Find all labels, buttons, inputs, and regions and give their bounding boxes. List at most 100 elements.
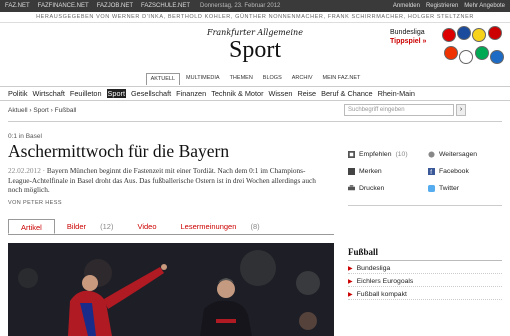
tab-label: Lesermeinungen [180, 222, 237, 231]
nav-wirtschaft[interactable]: Wirtschaft [32, 89, 64, 98]
photo-illustration [8, 243, 334, 336]
recommend-icon [348, 151, 355, 158]
article-date: 22.02.2012 · [8, 166, 46, 175]
subnav-aktuell[interactable]: AKTUELL [145, 73, 181, 85]
bookmark-icon [348, 168, 355, 175]
breadcrumb-aktuell[interactable]: Aktuell [8, 107, 28, 114]
tab-label: Video [137, 222, 157, 231]
divider [348, 205, 502, 206]
subnav-blogs[interactable]: BLOGS [259, 73, 286, 85]
tippspiel-link: Tippspiel » [390, 38, 427, 45]
article-author: VON PETER HESS [8, 200, 62, 206]
sidebox-item-eurogoals[interactable]: ▶ Eichlers Eurogoals [348, 274, 502, 287]
login-link[interactable]: Anmelden [393, 3, 420, 9]
faz-wordmark: Frankfurter Allgemeine [207, 28, 303, 37]
empfehlen-count: (10) [395, 151, 408, 158]
empfehlen-link[interactable]: Empfehlen (10) [348, 151, 408, 158]
tab-label: Artikel [21, 223, 42, 232]
breadcrumb: Aktuell › Sport › Fußball [8, 107, 76, 114]
nav-feuilleton[interactable]: Feuilleton [70, 89, 102, 98]
weitersagen-label: Weitersagen [439, 151, 478, 158]
fussball-box-title: Fußball [348, 247, 502, 261]
nav-rhein-main[interactable]: Rhein-Main [378, 89, 415, 98]
empfehlen-label: Empfehlen [359, 151, 392, 158]
club-badge-icon [475, 46, 489, 60]
facebook-icon: f [428, 168, 435, 175]
subnav-themen[interactable]: THEMEN [226, 73, 257, 85]
divider [8, 121, 502, 122]
arrow-icon: ▶ [348, 279, 353, 285]
svg-text:f: f [430, 169, 432, 175]
link-fazfinance[interactable]: FAZFINANCE.NET [38, 3, 89, 9]
tab-count: (8) [250, 222, 260, 231]
twitter-label: Twitter [439, 185, 460, 192]
faz-logo[interactable]: Frankfurter Allgemeine Sport [185, 28, 325, 63]
club-badge-icon [457, 26, 471, 40]
breadcrumb-sport[interactable]: Sport [33, 107, 49, 114]
link-fazschule[interactable]: FAZSCHULE.NET [141, 3, 190, 9]
sidebox-item-label: Bundesliga [356, 265, 391, 272]
club-badge-icon [488, 26, 502, 40]
sidebox-item-bundesliga[interactable]: ▶ Bundesliga [348, 261, 502, 274]
share-icon [428, 151, 435, 158]
article-teaser: 22.02.2012 · Bayern München beginnt die … [8, 166, 326, 195]
subnav-archiv[interactable]: ARCHIV [288, 73, 317, 85]
drucken-link[interactable]: Drucken [348, 185, 384, 192]
facebook-label: Facebook [439, 168, 469, 175]
search-button[interactable]: › [456, 104, 466, 116]
register-link[interactable]: Registrieren [426, 3, 458, 9]
sidebox-item-label: Fußball kompakt [356, 291, 407, 298]
twitter-link[interactable]: Twitter [428, 185, 459, 192]
merken-link[interactable]: Merken [348, 168, 382, 175]
tab-count: (12) [100, 222, 114, 231]
nav-beruf-chance[interactable]: Beruf & Chance [321, 89, 373, 98]
sidebox-item-kompakt[interactable]: ▶ Fußball kompakt [348, 287, 502, 300]
bundesliga-tippspiel[interactable]: Bundesliga Tippspiel » [390, 28, 426, 46]
weitersagen-link[interactable]: Weitersagen [428, 151, 477, 158]
tab-video[interactable]: Video [125, 219, 168, 234]
tab-label: Bilder [66, 222, 87, 231]
tab-lesermeinungen[interactable]: Lesermeinungen (8) [169, 219, 272, 234]
merken-label: Merken [359, 168, 382, 175]
nav-sport[interactable]: Sport [106, 89, 126, 98]
club-badge-icon [444, 46, 458, 60]
arrow-icon: ▶ [348, 292, 353, 298]
twitter-icon [428, 185, 435, 192]
sub-navigation: AKTUELL MULTIMEDIA THEMEN BLOGS ARCHIV M… [0, 73, 510, 85]
nav-wissen[interactable]: Wissen [269, 89, 293, 98]
network-links: FAZ.NET FAZFINANCE.NET FAZJOB.NET FAZSCH… [5, 3, 190, 9]
club-badge-icon [459, 50, 473, 64]
main-navigation: Politik Wirtschaft Feuilleton Sport Gese… [0, 86, 510, 101]
club-badge-icon [442, 28, 456, 42]
tab-bilder[interactable]: Bilder (12) [55, 219, 126, 234]
search-input[interactable]: Suchbegriff eingeben [344, 104, 454, 116]
more-offers-link[interactable]: Mehr Angebote [464, 3, 505, 9]
subnav-multimedia[interactable]: MULTIMEDIA [182, 73, 224, 85]
club-badges[interactable] [442, 26, 506, 70]
arrow-icon: ▶ [348, 266, 353, 272]
current-date: Donnerstag, 23. Februar 2012 [200, 3, 281, 9]
club-badge-icon [472, 28, 486, 42]
nav-politik[interactable]: Politik [8, 89, 27, 98]
club-badge-icon [490, 50, 504, 64]
nav-finanzen[interactable]: Finanzen [176, 89, 206, 98]
nav-reise[interactable]: Reise [297, 89, 316, 98]
bundesliga-label: Bundesliga [390, 29, 425, 36]
fussball-box: Fußball ▶ Bundesliga ▶ Eichlers Eurogoals … [348, 247, 502, 300]
facebook-link[interactable]: f Facebook [428, 168, 469, 175]
print-icon [348, 185, 355, 191]
breadcrumb-fussball[interactable]: Fußball [55, 107, 77, 114]
article-kicker: 0:1 in Basel [8, 133, 42, 140]
link-faznet[interactable]: FAZ.NET [5, 3, 30, 9]
tab-artikel[interactable]: Artikel [8, 219, 55, 234]
nav-technik-motor[interactable]: Technik & Motor [211, 89, 263, 98]
article-tabs: Artikel Bilder (12) Video Lesermeinungen… [8, 219, 334, 235]
link-fazjob[interactable]: FAZJOB.NET [97, 3, 133, 9]
search-icon: › [459, 106, 463, 113]
article-photo[interactable] [8, 243, 334, 336]
article-teaser-text: Bayern München beginnt die Fastenzeit mi… [8, 166, 316, 194]
subnav-mein-faz[interactable]: MEIN FAZ.NET [319, 73, 365, 85]
nav-gesellschaft[interactable]: Gesellschaft [131, 89, 171, 98]
editors-line: HERAUSGEGEBEN VON WERNER D'INKA, BERTHOL… [0, 12, 510, 23]
drucken-label: Drucken [359, 185, 385, 192]
